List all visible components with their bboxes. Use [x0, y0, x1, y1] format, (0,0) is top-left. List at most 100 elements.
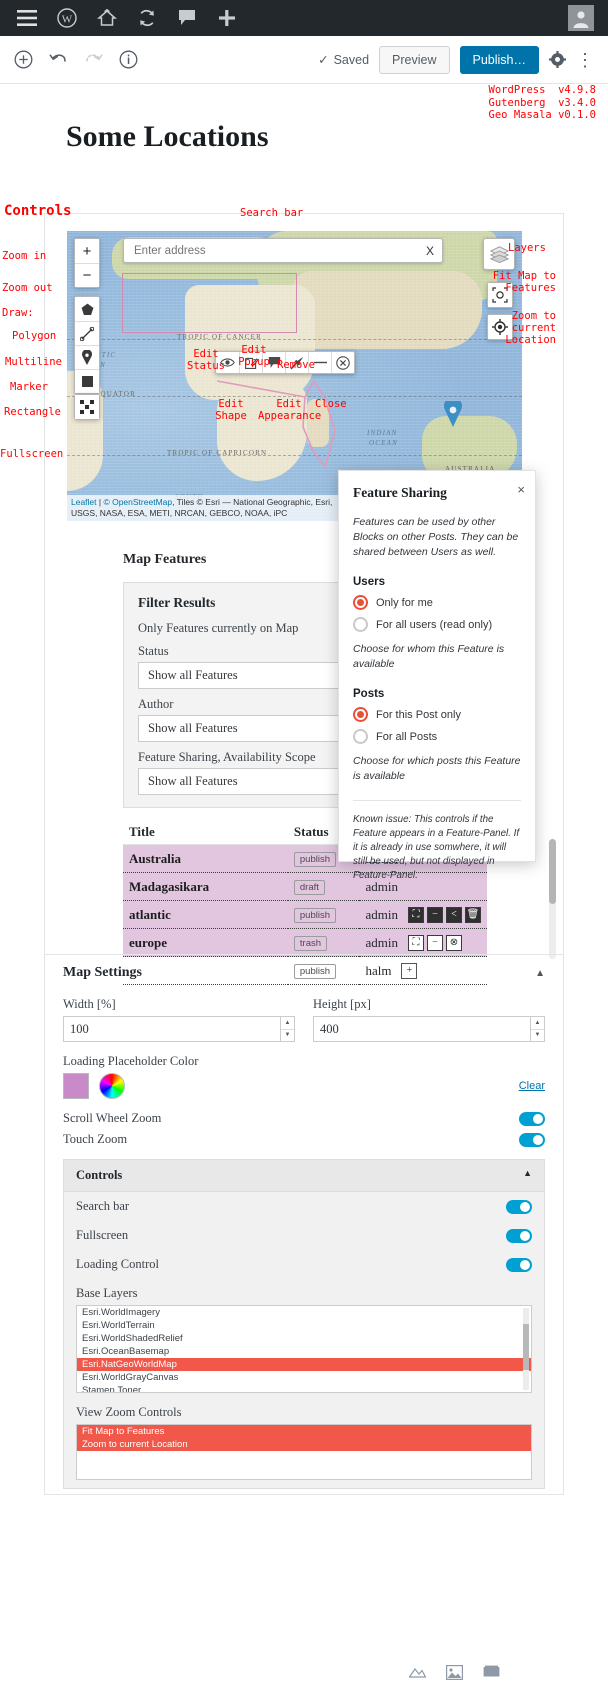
minus-icon[interactable]: −: [427, 935, 443, 951]
fit-icon[interactable]: ⛶: [408, 935, 424, 951]
map-pin-icon[interactable]: [75, 345, 99, 369]
column-title: Title: [123, 820, 288, 845]
draw-control[interactable]: [74, 296, 100, 394]
scroll-wheel-zoom-toggle[interactable]: [519, 1112, 545, 1126]
touch-zoom-toggle[interactable]: [519, 1133, 545, 1147]
radio-icon[interactable]: [353, 595, 368, 610]
book-icon[interactable]: [483, 1665, 500, 1683]
radio-label: Only for me: [376, 597, 433, 609]
close-circle-icon[interactable]: [331, 352, 354, 373]
base-layer-option[interactable]: Esri.WorldTerrain: [77, 1319, 531, 1332]
image-icon[interactable]: [446, 1665, 463, 1683]
close-icon[interactable]: ×: [517, 482, 525, 497]
kebab-menu-icon[interactable]: ⋮: [576, 51, 594, 69]
publish-button[interactable]: Publish…: [460, 46, 540, 74]
radio-this-post[interactable]: For this Post only: [353, 707, 521, 722]
base-layers-scrollbar-thumb[interactable]: [523, 1324, 529, 1370]
fullscreen-control[interactable]: [74, 394, 100, 420]
annotation-multiline: Multiline: [5, 356, 62, 368]
zoom-control[interactable]: + −: [74, 238, 100, 288]
home-icon[interactable]: [88, 0, 126, 36]
control-row-fullscreen[interactable]: Fullscreen: [64, 1221, 544, 1250]
attribution-osm[interactable]: © OpenStreetMap: [103, 497, 172, 507]
map-pin-australia[interactable]: [443, 401, 463, 430]
fullscreen-toggle[interactable]: [506, 1229, 532, 1243]
avatar[interactable]: [568, 5, 594, 31]
radio-icon[interactable]: [353, 617, 368, 632]
clear-color-link[interactable]: Clear: [519, 1080, 545, 1092]
row-title[interactable]: atlantic: [123, 901, 288, 929]
radio-all-posts[interactable]: For all Posts: [353, 729, 521, 744]
row-title[interactable]: europe: [123, 929, 288, 957]
wordpress-logo-icon[interactable]: W: [48, 0, 86, 36]
base-layer-option[interactable]: Esri.WorldShadedRelief: [77, 1332, 531, 1345]
annotation-close: Close: [315, 398, 347, 410]
zoom-control-option-selected[interactable]: Fit Map to Features: [77, 1425, 531, 1438]
height-input[interactable]: 400 ▲▼: [313, 1016, 545, 1042]
controls-section-header[interactable]: Controls ▲: [64, 1160, 544, 1192]
touch-zoom-row[interactable]: Touch Zoom: [45, 1128, 563, 1149]
search-clear-icon[interactable]: X: [420, 244, 434, 258]
plus-icon[interactable]: [208, 0, 246, 36]
chevron-up-icon[interactable]: ▲: [535, 968, 545, 979]
radio-only-for-me[interactable]: Only for me: [353, 595, 521, 610]
menu-icon[interactable]: [8, 0, 46, 36]
table-row[interactable]: atlantic publish admin ⛶ − < 🗑: [123, 901, 487, 929]
preview-button[interactable]: Preview: [379, 46, 449, 74]
fullscreen-icon[interactable]: [75, 395, 99, 419]
info-icon[interactable]: [119, 50, 138, 69]
color-wheel-icon[interactable]: [99, 1073, 125, 1099]
undo-icon[interactable]: [49, 51, 68, 68]
width-stepper[interactable]: ▲▼: [280, 1017, 294, 1041]
zoom-controls-listbox[interactable]: Fit Map to Features Zoom to current Loca…: [76, 1424, 532, 1480]
search-input[interactable]: [132, 244, 420, 258]
row-title[interactable]: Australia: [123, 845, 288, 873]
line-icon[interactable]: [75, 321, 99, 345]
share-icon[interactable]: <: [446, 907, 462, 923]
base-layer-option[interactable]: Esri.WorldImagery: [77, 1306, 531, 1319]
attribution-rest: , Tiles © Esri — National Geographic, Es…: [172, 497, 332, 507]
base-layer-option[interactable]: Esri.WorldGrayCanvas: [77, 1371, 531, 1384]
gear-icon[interactable]: [549, 51, 566, 68]
annotation-remove: Remove: [277, 359, 315, 371]
close-circle-icon[interactable]: ⊗: [446, 935, 462, 951]
annotation-fit-map: Fit Map to Features: [486, 270, 556, 294]
row-title[interactable]: Madagasikara: [123, 873, 288, 901]
base-layers-listbox[interactable]: Esri.WorldImagery Esri.WorldTerrain Esri…: [76, 1305, 532, 1393]
square-icon[interactable]: [75, 369, 99, 393]
refresh-icon[interactable]: [128, 0, 166, 36]
fit-icon[interactable]: ⛶: [408, 907, 424, 923]
width-input[interactable]: 100 ▲▼: [63, 1016, 295, 1042]
zoom-in-button[interactable]: +: [75, 239, 99, 263]
base-layers-label: Base Layers: [76, 1286, 137, 1301]
control-row-search-bar[interactable]: Search bar: [64, 1192, 544, 1221]
map-search-bar[interactable]: X: [123, 238, 443, 263]
chevron-up-icon[interactable]: ▲: [523, 1168, 532, 1183]
base-layer-option[interactable]: Stamen.Toner: [77, 1384, 531, 1393]
minus-icon[interactable]: −: [427, 907, 443, 923]
features-scrollbar-thumb[interactable]: [549, 839, 556, 904]
layout-icon[interactable]: [409, 1665, 426, 1683]
map-settings-header[interactable]: Map Settings ▲: [45, 954, 563, 991]
loading-control-toggle[interactable]: [506, 1258, 532, 1272]
annotation-zoom-current: Zoom to current Location: [486, 310, 556, 346]
pentagon-icon[interactable]: [75, 297, 99, 321]
radio-all-users[interactable]: For all users (read only): [353, 617, 521, 632]
add-block-icon[interactable]: [14, 50, 33, 69]
radio-icon[interactable]: [353, 729, 368, 744]
zoom-out-button[interactable]: −: [75, 263, 99, 287]
feature-shape-europe[interactable]: [122, 273, 297, 333]
radio-icon[interactable]: [353, 707, 368, 722]
table-row[interactable]: europe trash admin ⛶ − ⊗: [123, 929, 487, 957]
base-layer-option[interactable]: Esri.OceanBasemap: [77, 1345, 531, 1358]
zoom-control-option-selected[interactable]: Zoom to current Location: [77, 1438, 531, 1451]
attribution-leaflet[interactable]: Leaflet: [71, 497, 97, 507]
comment-icon[interactable]: [168, 0, 206, 36]
scroll-wheel-zoom-row[interactable]: Scroll Wheel Zoom: [45, 1099, 563, 1128]
trash-icon[interactable]: 🗑: [465, 907, 481, 923]
search-bar-toggle[interactable]: [506, 1200, 532, 1214]
height-stepper[interactable]: ▲▼: [530, 1017, 544, 1041]
placeholder-color-swatch[interactable]: [63, 1073, 89, 1099]
base-layer-option-selected[interactable]: Esri.NatGeoWorldMap: [77, 1358, 531, 1371]
control-row-loading[interactable]: Loading Control: [64, 1250, 544, 1279]
